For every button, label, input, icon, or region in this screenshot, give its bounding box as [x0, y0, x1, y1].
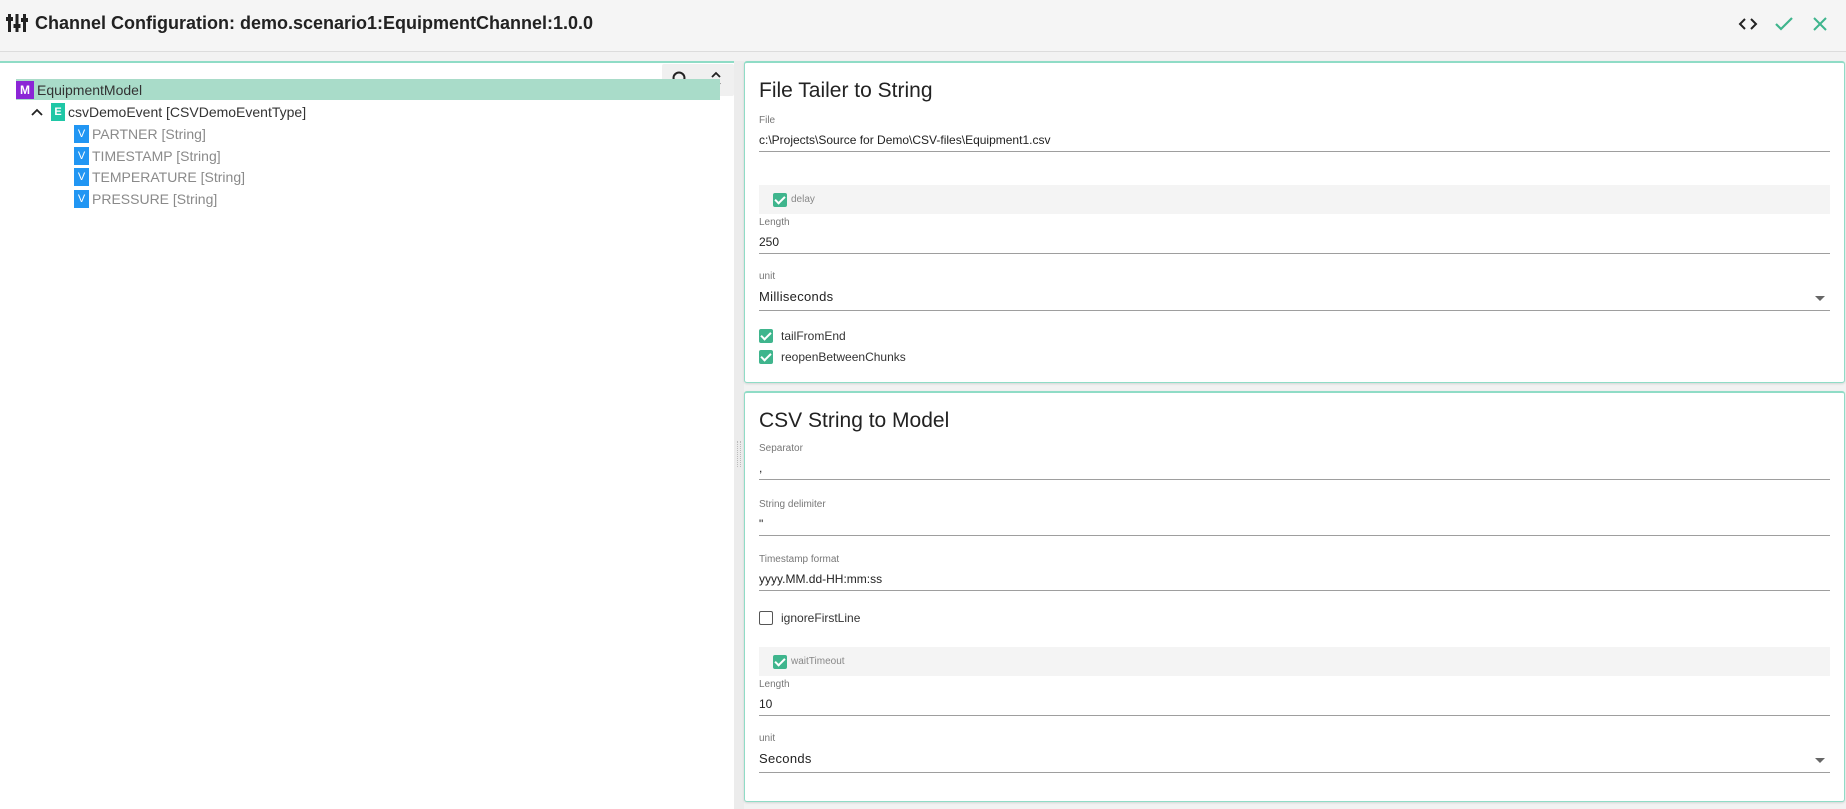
code-icon — [1738, 18, 1758, 30]
panel-splitter[interactable] — [734, 61, 744, 809]
string-delimiter-input[interactable] — [759, 513, 1830, 536]
chevron-up-icon[interactable] — [30, 105, 44, 119]
tree-node-variable[interactable]: V PARTNER [String] — [74, 123, 206, 144]
delay-length-field: Length — [759, 217, 1830, 254]
caret-down-icon — [1815, 296, 1825, 301]
card-title: CSV String to Model — [759, 409, 950, 432]
delay-unit-select[interactable]: Milliseconds — [759, 285, 1830, 311]
tree-node-label: TEMPERATURE [String] — [92, 168, 245, 185]
event-badge: E — [51, 102, 65, 121]
field-label: unit — [759, 271, 776, 282]
file-input[interactable] — [759, 129, 1830, 152]
timeout-unit-select[interactable]: Seconds — [759, 747, 1830, 773]
delay-toggle[interactable]: delay — [759, 185, 1830, 214]
close-icon — [1813, 17, 1827, 31]
separator-field: Separator — [759, 443, 1830, 480]
file-tailer-card: File Tailer to String File delay Length … — [744, 61, 1845, 383]
field-label: Timestamp format — [759, 554, 840, 565]
apply-button[interactable] — [1772, 12, 1796, 36]
tree-node-label: csvDemoEvent [CSVDemoEventType] — [68, 103, 307, 120]
select-value: Milliseconds — [759, 289, 834, 304]
reopen-between-chunks-checkbox[interactable] — [759, 350, 773, 364]
equalizer-icon — [6, 14, 28, 32]
tree-node-variable[interactable]: V TIMESTAMP [String] — [74, 145, 221, 166]
code-button[interactable] — [1736, 12, 1760, 36]
caret-down-icon — [1815, 758, 1825, 763]
tree-node-label: EquipmentModel — [37, 81, 143, 98]
field-label: Length — [759, 679, 790, 690]
tree-node-label: TIMESTAMP [String] — [92, 147, 221, 164]
select-value: Seconds — [759, 751, 812, 766]
model-tree-panel: M EquipmentModel E csvDemoEvent [CSVDemo… — [0, 61, 734, 809]
string-delimiter-field: String delimiter — [759, 499, 1830, 536]
checkbox-label: ignoreFirstLine — [781, 611, 861, 625]
check-icon — [1775, 17, 1793, 31]
title-bar: Channel Configuration: demo.scenario1:Eq… — [0, 0, 1846, 52]
csv-string-to-model-card: CSV String to Model Separator String del… — [744, 391, 1845, 802]
tree-node-label: PARTNER [String] — [92, 125, 206, 142]
wait-timeout-checkbox[interactable] — [773, 654, 787, 669]
variable-badge: V — [74, 167, 89, 186]
close-button[interactable] — [1808, 12, 1832, 36]
variable-badge: V — [74, 124, 89, 143]
variable-badge: V — [74, 189, 89, 208]
toggle-label: delay — [791, 194, 815, 205]
reopen-between-chunks-option[interactable]: reopenBetweenChunks — [759, 348, 906, 366]
field-label: unit — [759, 733, 776, 744]
ignore-first-line-checkbox[interactable] — [759, 611, 773, 625]
wait-timeout-toggle[interactable]: waitTimeout — [759, 647, 1830, 676]
model-badge: M — [16, 80, 34, 99]
tree-node-model[interactable]: M EquipmentModel — [16, 79, 720, 100]
timeout-length-input[interactable] — [759, 693, 1830, 716]
timestamp-format-field: Timestamp format — [759, 554, 1830, 591]
checkbox-label: reopenBetweenChunks — [781, 350, 906, 364]
tree-node-variable[interactable]: V TEMPERATURE [String] — [74, 166, 245, 187]
delay-checkbox[interactable] — [773, 192, 787, 207]
tail-from-end-option[interactable]: tailFromEnd — [759, 327, 846, 345]
tree-node-label: PRESSURE [String] — [92, 190, 218, 207]
tail-from-end-checkbox[interactable] — [759, 329, 773, 343]
field-label: File — [759, 115, 776, 126]
ignore-first-line-option[interactable]: ignoreFirstLine — [759, 609, 860, 627]
delay-unit-field: unit Milliseconds — [759, 271, 1830, 311]
checkbox-label: tailFromEnd — [781, 329, 846, 343]
toggle-label: waitTimeout — [791, 656, 845, 667]
field-label: Length — [759, 217, 790, 228]
drag-handle-icon[interactable] — [737, 441, 741, 467]
delay-length-input[interactable] — [759, 231, 1830, 254]
window-title: Channel Configuration: demo.scenario1:Eq… — [35, 13, 594, 33]
separator-input[interactable] — [759, 457, 1830, 480]
tree-node-event[interactable]: E csvDemoEvent [CSVDemoEventType] — [30, 101, 306, 122]
tree-node-variable[interactable]: V PRESSURE [String] — [74, 188, 217, 209]
field-label: String delimiter — [759, 499, 826, 510]
card-title: File Tailer to String — [759, 79, 933, 102]
file-field: File — [759, 115, 1830, 152]
timeout-unit-field: unit Seconds — [759, 733, 1830, 773]
timeout-length-field: Length — [759, 679, 1830, 716]
timestamp-format-input[interactable] — [759, 568, 1830, 591]
field-label: Separator — [759, 443, 803, 454]
variable-badge: V — [74, 146, 89, 165]
